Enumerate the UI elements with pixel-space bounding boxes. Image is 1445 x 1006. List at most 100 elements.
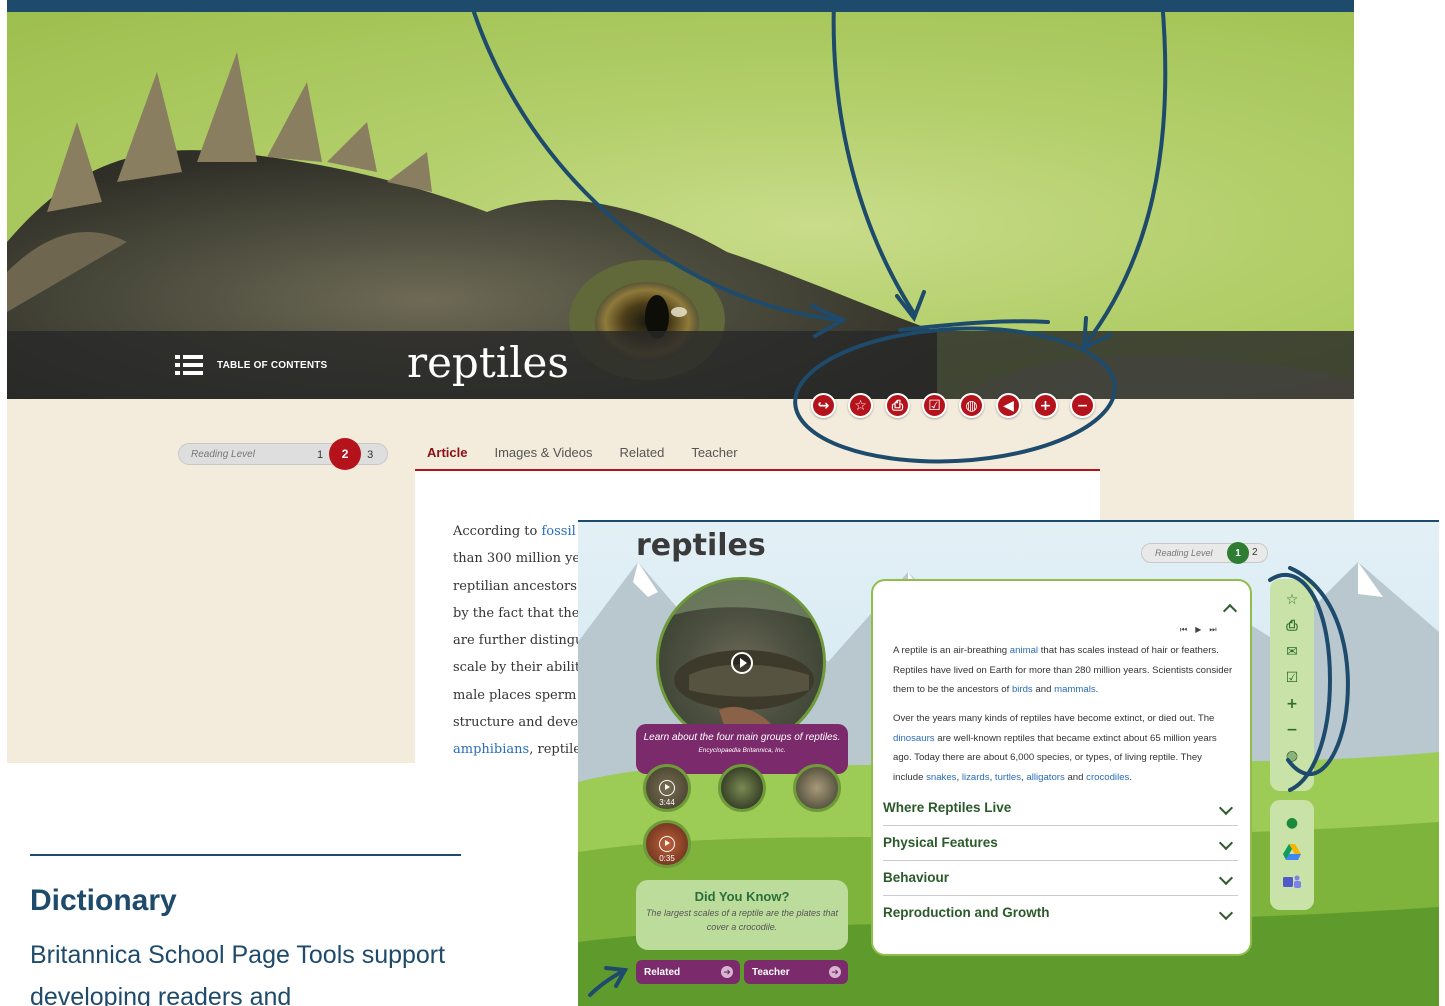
paragraph-text: . <box>1095 684 1099 695</box>
tab-images-videos[interactable]: Images & Videos <box>494 445 592 469</box>
chevron-down-icon <box>1218 800 1234 816</box>
toc-label: TABLE OF CONTENTS <box>217 359 328 371</box>
article-text: According to <box>453 524 542 539</box>
kids-page-title: reptiles <box>636 528 766 563</box>
glossary-link[interactable]: snakes <box>926 772 956 783</box>
paragraph-text: and <box>1032 684 1055 695</box>
article-link[interactable]: amphibians <box>453 742 529 757</box>
share-icon[interactable]: ↪ <box>811 393 836 418</box>
paragraph-text: A reptile is an air-breathing <box>893 645 1010 656</box>
google-drive-icon[interactable] <box>1282 842 1302 862</box>
reading-level-3[interactable]: 3 <box>367 449 373 461</box>
chevron-down-icon <box>1218 835 1234 851</box>
top-border <box>7 0 1354 12</box>
glossary-link[interactable]: alligators <box>1026 772 1064 783</box>
glossary-link[interactable]: turtles <box>995 772 1021 783</box>
zoom-in-icon[interactable]: + <box>1282 694 1302 714</box>
translate-icon[interactable]: ◍ <box>1282 746 1302 766</box>
video-thumbnail-3[interactable] <box>793 764 841 812</box>
play-video-icon[interactable] <box>731 652 753 674</box>
article-text: structure and devel <box>453 715 583 731</box>
section-title: Reproduction and Growth <box>883 905 1050 920</box>
favorite-icon[interactable]: ☆ <box>848 393 873 418</box>
email-icon[interactable]: ✉ <box>1282 642 1302 662</box>
page-title: reptiles <box>407 338 569 387</box>
article-text: by the fact that they <box>453 605 587 621</box>
section-behaviour[interactable]: Behaviour <box>883 870 1238 896</box>
teacher-label: Teacher <box>752 966 790 978</box>
play-icon <box>659 780 675 796</box>
related-label: Related <box>644 966 681 978</box>
chevron-down-icon <box>1218 870 1234 886</box>
section-body: Britannica School Page Tools support dev… <box>30 941 446 1006</box>
zoom-out-icon[interactable]: − <box>1282 720 1302 740</box>
assignment-icon[interactable]: ☑ <box>1282 668 1302 688</box>
article-text: , reptile <box>529 742 581 758</box>
glossary-link[interactable]: dinosaurs <box>893 733 935 744</box>
article-text: are further distingu <box>453 633 584 649</box>
article-link[interactable]: fossil <box>541 524 575 539</box>
print-icon[interactable]: ⎙ <box>885 393 910 418</box>
article-tabs: Article Images & Videos Related Teacher <box>415 445 1100 471</box>
table-of-contents-button[interactable]: TABLE OF CONTENTS <box>175 354 327 376</box>
article-text: reptilian ancestors. <box>453 578 582 594</box>
chevron-down-icon <box>1218 905 1234 921</box>
read-aloud-icon[interactable]: ◀ <box>996 393 1021 418</box>
kids-reading-level[interactable]: Reading Level 1 2 <box>1141 542 1268 564</box>
article-text: scale by their ability <box>453 660 588 676</box>
audio-controls[interactable]: ⏮▶⏭ <box>1180 625 1225 635</box>
video-duration: 3:44 <box>659 798 675 807</box>
article-text: than 300 million ye <box>453 551 581 567</box>
glossary-link[interactable]: mammals <box>1054 684 1096 695</box>
did-you-know-box: Did You Know? The largest scales of a re… <box>636 880 848 950</box>
google-classroom-icon[interactable]: ● <box>1282 813 1302 833</box>
reading-level-label: Reading Level <box>191 448 255 460</box>
tab-related[interactable]: Related <box>620 445 665 469</box>
kids-reading-level-2[interactable]: 2 <box>1252 547 1258 558</box>
intro-paragraph-2: Over the years many kinds of reptiles ha… <box>893 709 1233 787</box>
section-where-reptiles-live[interactable]: Where Reptiles Live <box>883 800 1238 826</box>
video-thumbnail-2[interactable] <box>718 764 766 812</box>
zoom-out-icon[interactable]: − <box>1070 393 1095 418</box>
paragraph-text: . <box>1129 771 1133 783</box>
microsoft-teams-icon[interactable] <box>1282 872 1302 892</box>
section-title: Behaviour <box>883 870 950 885</box>
star-icon[interactable]: ☆ <box>1282 590 1302 610</box>
tab-teacher[interactable]: Teacher <box>691 445 737 469</box>
assignment-icon[interactable]: ☑ <box>922 393 947 418</box>
section-reproduction-and-growth[interactable]: Reproduction and Growth <box>883 905 1238 931</box>
glossary-link[interactable]: crocodiles <box>1086 772 1129 783</box>
paragraph-text: and <box>1064 771 1087 783</box>
zoom-in-icon[interactable]: + <box>1033 393 1058 418</box>
drive-logo <box>1283 844 1301 860</box>
section-heading: Dictionary <box>30 884 177 917</box>
section-physical-features[interactable]: Physical Features <box>883 835 1238 861</box>
kids-reading-level-1[interactable]: 1 <box>1227 542 1249 564</box>
intro-paragraph-1: A reptile is an air-breathing animal tha… <box>893 641 1233 700</box>
glossary-link[interactable]: animal <box>1010 645 1038 656</box>
arrow-right-icon: ➜ <box>721 966 733 978</box>
did-you-know-text: The largest scales of a reptile are the … <box>645 908 839 932</box>
arrow-right-icon: ➜ <box>829 966 841 978</box>
print-icon[interactable]: ⎙ <box>1282 616 1302 636</box>
reading-level-selector[interactable]: Reading Level 1 2 3 <box>178 438 388 470</box>
video-thumbnail-1[interactable]: 3:44 <box>643 764 691 812</box>
glossary-link[interactable]: birds <box>1012 684 1033 695</box>
tab-article[interactable]: Article <box>427 445 467 469</box>
reading-level-2[interactable]: 2 <box>329 438 362 470</box>
teacher-button[interactable]: Teacher ➜ <box>744 960 848 984</box>
video-duration: 0:35 <box>659 854 675 863</box>
translate-icon[interactable]: ◍ <box>959 393 984 418</box>
section-title: Where Reptiles Live <box>883 800 1012 815</box>
kids-reading-level-label: Reading Level <box>1155 548 1213 558</box>
section-divider <box>30 854 461 856</box>
video-caption: Learn about the four main groups of rept… <box>643 732 841 743</box>
related-button[interactable]: Related ➜ <box>636 960 740 984</box>
list-icon <box>175 354 203 376</box>
video-thumbnail-4[interactable]: 0:35 <box>643 820 691 868</box>
teams-logo <box>1283 875 1301 888</box>
page-tools: ↪ ☆ ⎙ ☑ ◍ ◀ + − <box>811 393 1095 418</box>
glossary-link[interactable]: lizards <box>962 772 990 783</box>
reading-level-1[interactable]: 1 <box>317 449 323 461</box>
article-text: male places sperm <box>453 687 577 703</box>
